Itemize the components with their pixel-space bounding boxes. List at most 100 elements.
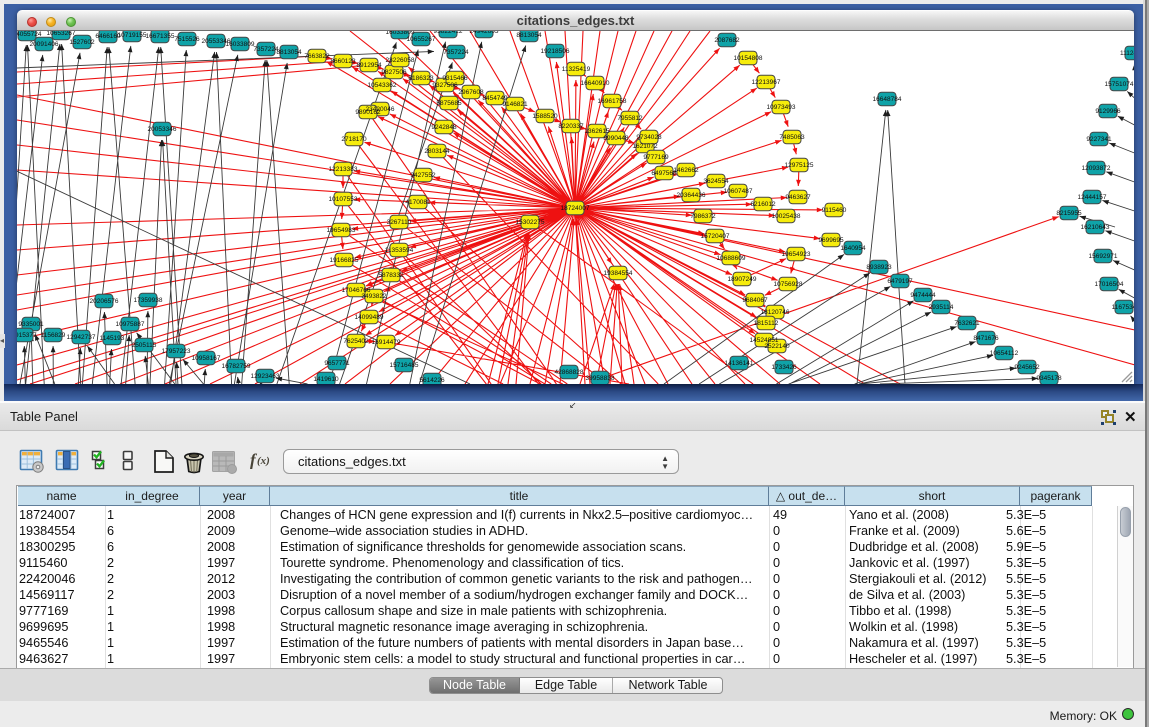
svg-text:9734028: 9734028 xyxy=(636,134,662,141)
svg-text:7986372: 7986372 xyxy=(690,213,716,220)
svg-text:8186323: 8186323 xyxy=(408,75,434,82)
svg-text:3915377: 3915377 xyxy=(17,332,37,339)
svg-text:1640954: 1640954 xyxy=(840,245,866,252)
svg-text:1527602: 1527602 xyxy=(69,39,95,46)
svg-text:15716485: 15716485 xyxy=(390,362,419,369)
svg-text:(x): (x) xyxy=(257,455,270,467)
svg-text:23226058: 23226058 xyxy=(386,57,415,64)
svg-text:16640910: 16640910 xyxy=(581,80,610,87)
svg-text:10756928: 10756928 xyxy=(774,281,803,288)
svg-text:19166825: 19166825 xyxy=(330,257,359,264)
svg-text:12923463: 12923463 xyxy=(251,373,280,380)
svg-text:8912954: 8912954 xyxy=(356,62,382,69)
svg-text:17359938: 17359938 xyxy=(134,297,163,304)
svg-text:3267110: 3267110 xyxy=(387,219,412,226)
svg-text:95822412: 95822412 xyxy=(434,31,463,35)
svg-text:17016504: 17016504 xyxy=(1095,281,1124,288)
svg-text:12975125: 12975125 xyxy=(785,162,814,169)
svg-text:8471676: 8471676 xyxy=(973,335,999,342)
svg-text:1733426: 1733426 xyxy=(771,364,797,371)
svg-text:9327506: 9327506 xyxy=(432,82,458,89)
svg-text:1145193: 1145193 xyxy=(100,335,125,342)
svg-text:14099489: 14099489 xyxy=(355,314,384,321)
svg-text:20053346: 20053346 xyxy=(148,126,177,133)
svg-text:3624554: 3624554 xyxy=(703,178,729,185)
svg-text:5875685: 5875685 xyxy=(436,100,462,107)
svg-text:9335001: 9335001 xyxy=(18,321,44,328)
svg-text:18120746: 18120746 xyxy=(761,309,790,316)
svg-text:2505115: 2505115 xyxy=(132,342,157,349)
svg-text:9345178: 9345178 xyxy=(1036,375,1062,382)
svg-text:19384554: 19384554 xyxy=(604,270,633,277)
svg-text:8990448: 8990448 xyxy=(603,135,629,142)
svg-text:9227341: 9227341 xyxy=(1086,136,1112,143)
svg-text:2935114: 2935114 xyxy=(929,304,954,311)
svg-text:16648784: 16648784 xyxy=(873,96,902,103)
svg-text:9474444: 9474444 xyxy=(910,292,936,299)
svg-text:1815112: 1815112 xyxy=(754,320,779,327)
svg-text:11124173: 11124173 xyxy=(1120,50,1134,57)
svg-text:9463627: 9463627 xyxy=(785,194,811,201)
svg-text:9699695: 9699695 xyxy=(818,237,844,244)
svg-text:10688609: 10688609 xyxy=(717,255,746,262)
svg-text:7632621: 7632621 xyxy=(954,320,980,327)
svg-text:20364436: 20364436 xyxy=(677,192,706,199)
svg-text:9115460: 9115460 xyxy=(822,207,847,214)
svg-text:9777169: 9777169 xyxy=(643,154,669,161)
svg-text:6479197: 6479197 xyxy=(887,278,913,285)
svg-text:7663822: 7663822 xyxy=(304,53,330,60)
svg-text:10653267: 10653267 xyxy=(47,31,76,37)
svg-text:24942603: 24942603 xyxy=(470,31,499,35)
svg-text:19654983: 19654983 xyxy=(327,227,356,234)
svg-text:8813054: 8813054 xyxy=(516,32,542,39)
svg-text:9427552: 9427552 xyxy=(410,172,436,179)
svg-text:19654923: 19654923 xyxy=(782,251,811,258)
svg-text:3493822: 3493822 xyxy=(361,293,387,300)
svg-text:9827506: 9827506 xyxy=(381,69,407,76)
svg-text:15751074: 15751074 xyxy=(1105,81,1134,88)
svg-text:1167534: 1167534 xyxy=(1112,304,1134,311)
svg-text:11325419: 11325419 xyxy=(562,66,591,73)
svg-text:20206576: 20206576 xyxy=(90,298,119,305)
svg-text:8660123: 8660123 xyxy=(330,58,356,65)
svg-text:9657771: 9657771 xyxy=(324,360,350,367)
svg-text:2718170: 2718170 xyxy=(341,136,367,143)
svg-text:1419610: 1419610 xyxy=(313,376,339,383)
svg-text:1362615: 1362615 xyxy=(584,128,610,135)
svg-text:12444157: 12444157 xyxy=(1078,194,1107,201)
svg-text:42868828: 42868828 xyxy=(555,369,584,376)
svg-text:16671355: 16671355 xyxy=(146,33,175,40)
svg-text:2087682: 2087682 xyxy=(714,37,740,44)
svg-text:7357224: 7357224 xyxy=(253,46,279,53)
svg-text:10719155: 10719155 xyxy=(118,32,147,39)
svg-text:1156829: 1156829 xyxy=(41,332,66,339)
svg-text:16033809: 16033809 xyxy=(226,41,255,48)
svg-text:10975887: 10975887 xyxy=(116,321,145,328)
svg-text:10154808: 10154808 xyxy=(734,55,763,62)
svg-text:18907249: 18907249 xyxy=(728,276,757,283)
svg-text:16782759: 16782759 xyxy=(222,363,251,370)
svg-text:10543362: 10543362 xyxy=(368,82,397,89)
svg-text:14055724: 14055724 xyxy=(17,31,42,38)
svg-text:10973493: 10973493 xyxy=(767,104,796,111)
svg-text:7357224: 7357224 xyxy=(443,49,469,56)
svg-text:2522140: 2522140 xyxy=(764,343,790,350)
svg-text:16914479: 16914479 xyxy=(372,339,401,346)
svg-text:10607487: 10607487 xyxy=(724,188,753,195)
svg-text:8220337: 8220337 xyxy=(558,123,584,130)
svg-text:7625402: 7625402 xyxy=(343,338,369,345)
svg-text:17957223: 17957223 xyxy=(162,348,191,355)
svg-text:8215955: 8215955 xyxy=(1056,210,1082,217)
svg-text:10958167: 10958167 xyxy=(192,355,221,362)
svg-text:1462662: 1462662 xyxy=(673,167,699,174)
svg-text:16210643: 16210643 xyxy=(1081,224,1110,231)
svg-text:10655267: 10655267 xyxy=(407,36,436,43)
svg-text:7485063: 7485063 xyxy=(779,134,805,141)
svg-text:11353594: 11353594 xyxy=(385,247,414,254)
svg-text:39958838: 39958838 xyxy=(586,375,615,382)
svg-text:19218506: 19218506 xyxy=(541,48,570,55)
svg-text:10107553: 10107553 xyxy=(329,196,358,203)
svg-text:12093872: 12093872 xyxy=(1082,165,1111,172)
svg-text:7515526: 7515526 xyxy=(174,36,200,43)
svg-text:9890162: 9890162 xyxy=(355,109,381,116)
